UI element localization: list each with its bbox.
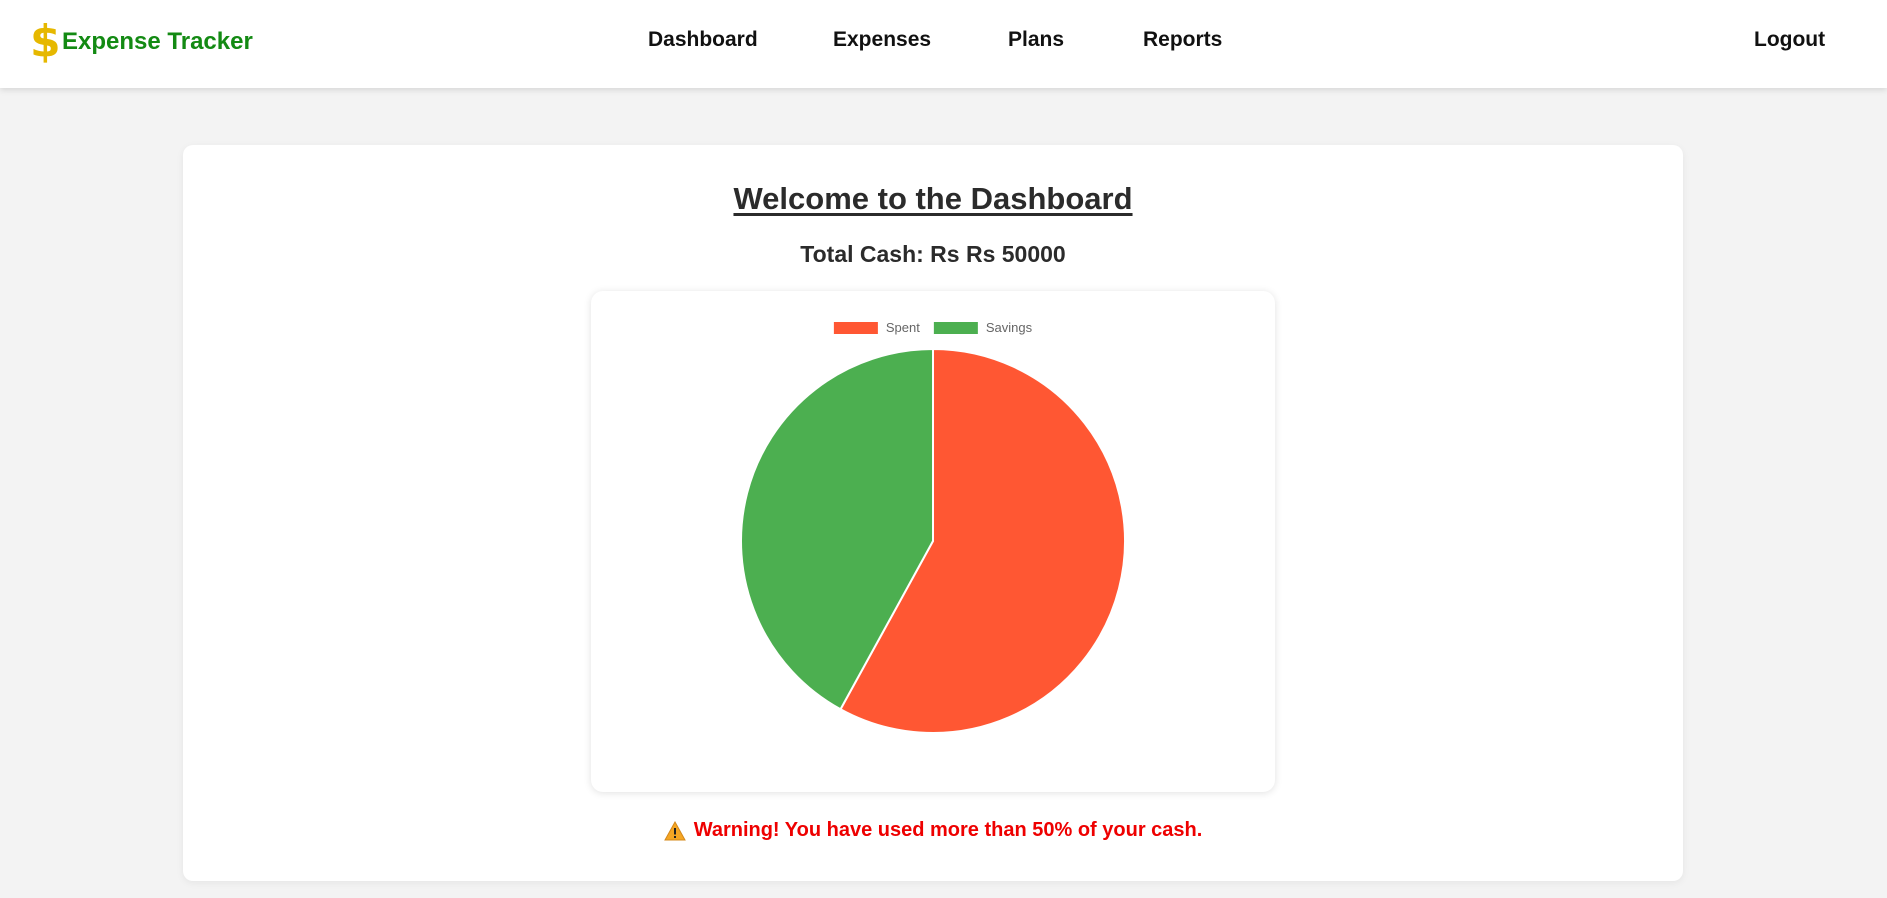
dollar-icon: $ xyxy=(30,16,61,67)
nav-link-plans[interactable]: Plans xyxy=(1008,28,1064,52)
warning-text: Warning! You have used more than 50% of … xyxy=(693,819,1203,841)
page-title: Welcome to the Dashboard xyxy=(733,181,1133,216)
pie-chart-svg: Spent Savings xyxy=(740,320,1126,734)
total-cash-text: Total Cash: Rs Rs 50000 xyxy=(800,241,1066,267)
brand-logo-link[interactable]: $ Expense Tracker xyxy=(30,20,253,64)
legend-label-spent[interactable]: Spent xyxy=(886,320,920,335)
dashboard-card: Welcome to the Dashboard Total Cash: Rs … xyxy=(183,145,1683,881)
warning-message: Warning! You have used more than 50% of … xyxy=(183,819,1683,842)
warning-icon xyxy=(663,820,686,841)
nav-link-expenses[interactable]: Expenses xyxy=(833,28,931,52)
legend-swatch-savings[interactable] xyxy=(933,322,978,334)
nav-link-reports[interactable]: Reports xyxy=(1143,28,1222,52)
spending-pie-chart: Spent Savings xyxy=(591,291,1275,792)
brand-name: Expense Tracker xyxy=(62,28,253,55)
legend-label-savings[interactable]: Savings xyxy=(986,320,1033,335)
top-navbar: $ Expense Tracker Dashboard Expenses Pla… xyxy=(0,0,1887,88)
nav-link-dashboard[interactable]: Dashboard xyxy=(648,28,758,52)
legend-swatch-spent[interactable] xyxy=(833,322,878,334)
logout-link[interactable]: Logout xyxy=(1754,28,1825,52)
